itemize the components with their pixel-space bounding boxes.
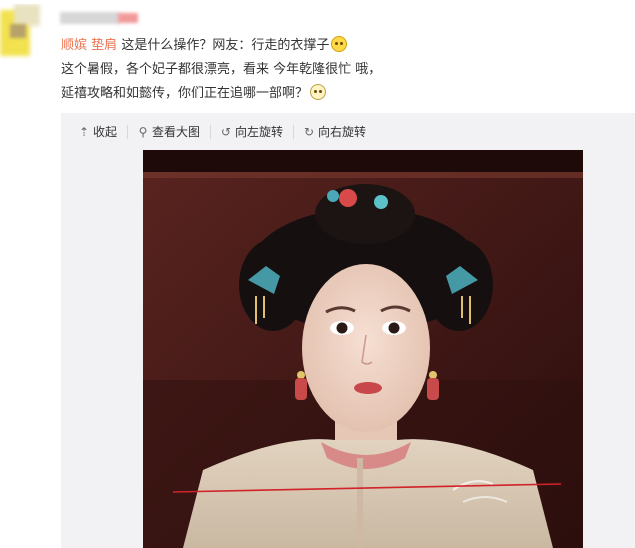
collapse-arrow-icon: ⇡ bbox=[78, 125, 90, 139]
post-text: 顺嫔 垫肩 这是什么操作？网友：行走的衣撑子 这个暑假，各个妃子都很漂亮，看来 … bbox=[61, 34, 621, 106]
collapse-label: 收起 bbox=[93, 125, 118, 139]
magnifier-icon: ⚲ bbox=[138, 125, 148, 139]
post-line-3: 延禧攻略和如懿传，你们正在追哪一部啊？ bbox=[61, 82, 621, 106]
laughing-emoji-icon bbox=[331, 36, 348, 52]
collapse-button[interactable]: ⇡ 收起 bbox=[77, 124, 117, 140]
post-photo[interactable] bbox=[143, 150, 583, 548]
rotate-left-label: 向左旋转 bbox=[235, 125, 284, 139]
blurred-username[interactable] bbox=[60, 12, 146, 24]
post-line-1-text: 这是什么操作？网友：行走的衣撑子 bbox=[121, 38, 330, 53]
rotate-left-button[interactable]: ↺ 向左旋转 bbox=[219, 124, 283, 140]
mention-link-1[interactable]: 顺嫔 bbox=[61, 38, 87, 53]
view-large-button[interactable]: ⚲ 查看大图 bbox=[136, 124, 200, 140]
view-large-label: 查看大图 bbox=[152, 125, 201, 139]
image-toolbar: ⇡ 收起 ⚲ 查看大图 ↺ 向左旋转 ↻ 向右旋转 bbox=[61, 113, 635, 151]
post-line-2: 这个暑假，各个妃子都很漂亮，看来 今年乾隆很忙 哦， bbox=[61, 62, 382, 77]
rotate-right-button[interactable]: ↻ 向右旋转 bbox=[302, 124, 366, 140]
rotate-right-icon: ↻ bbox=[303, 125, 315, 139]
post-line-3-text: 延禧攻略和如懿传，你们正在追哪一部啊？ bbox=[61, 86, 309, 101]
curious-emoji-icon bbox=[310, 84, 327, 100]
toolbar-divider bbox=[210, 125, 211, 139]
media-panel: ⇡ 收起 ⚲ 查看大图 ↺ 向左旋转 ↻ 向右旋转 bbox=[61, 113, 635, 548]
user-avatar[interactable] bbox=[0, 4, 44, 60]
rotate-left-icon: ↺ bbox=[220, 125, 232, 139]
post-line-1: 顺嫔 垫肩 这是什么操作？网友：行走的衣撑子 bbox=[61, 34, 621, 58]
toolbar-divider bbox=[127, 125, 128, 139]
toolbar-divider bbox=[293, 125, 294, 139]
rotate-right-label: 向右旋转 bbox=[318, 125, 367, 139]
mention-link-2[interactable]: 垫肩 bbox=[91, 38, 117, 53]
